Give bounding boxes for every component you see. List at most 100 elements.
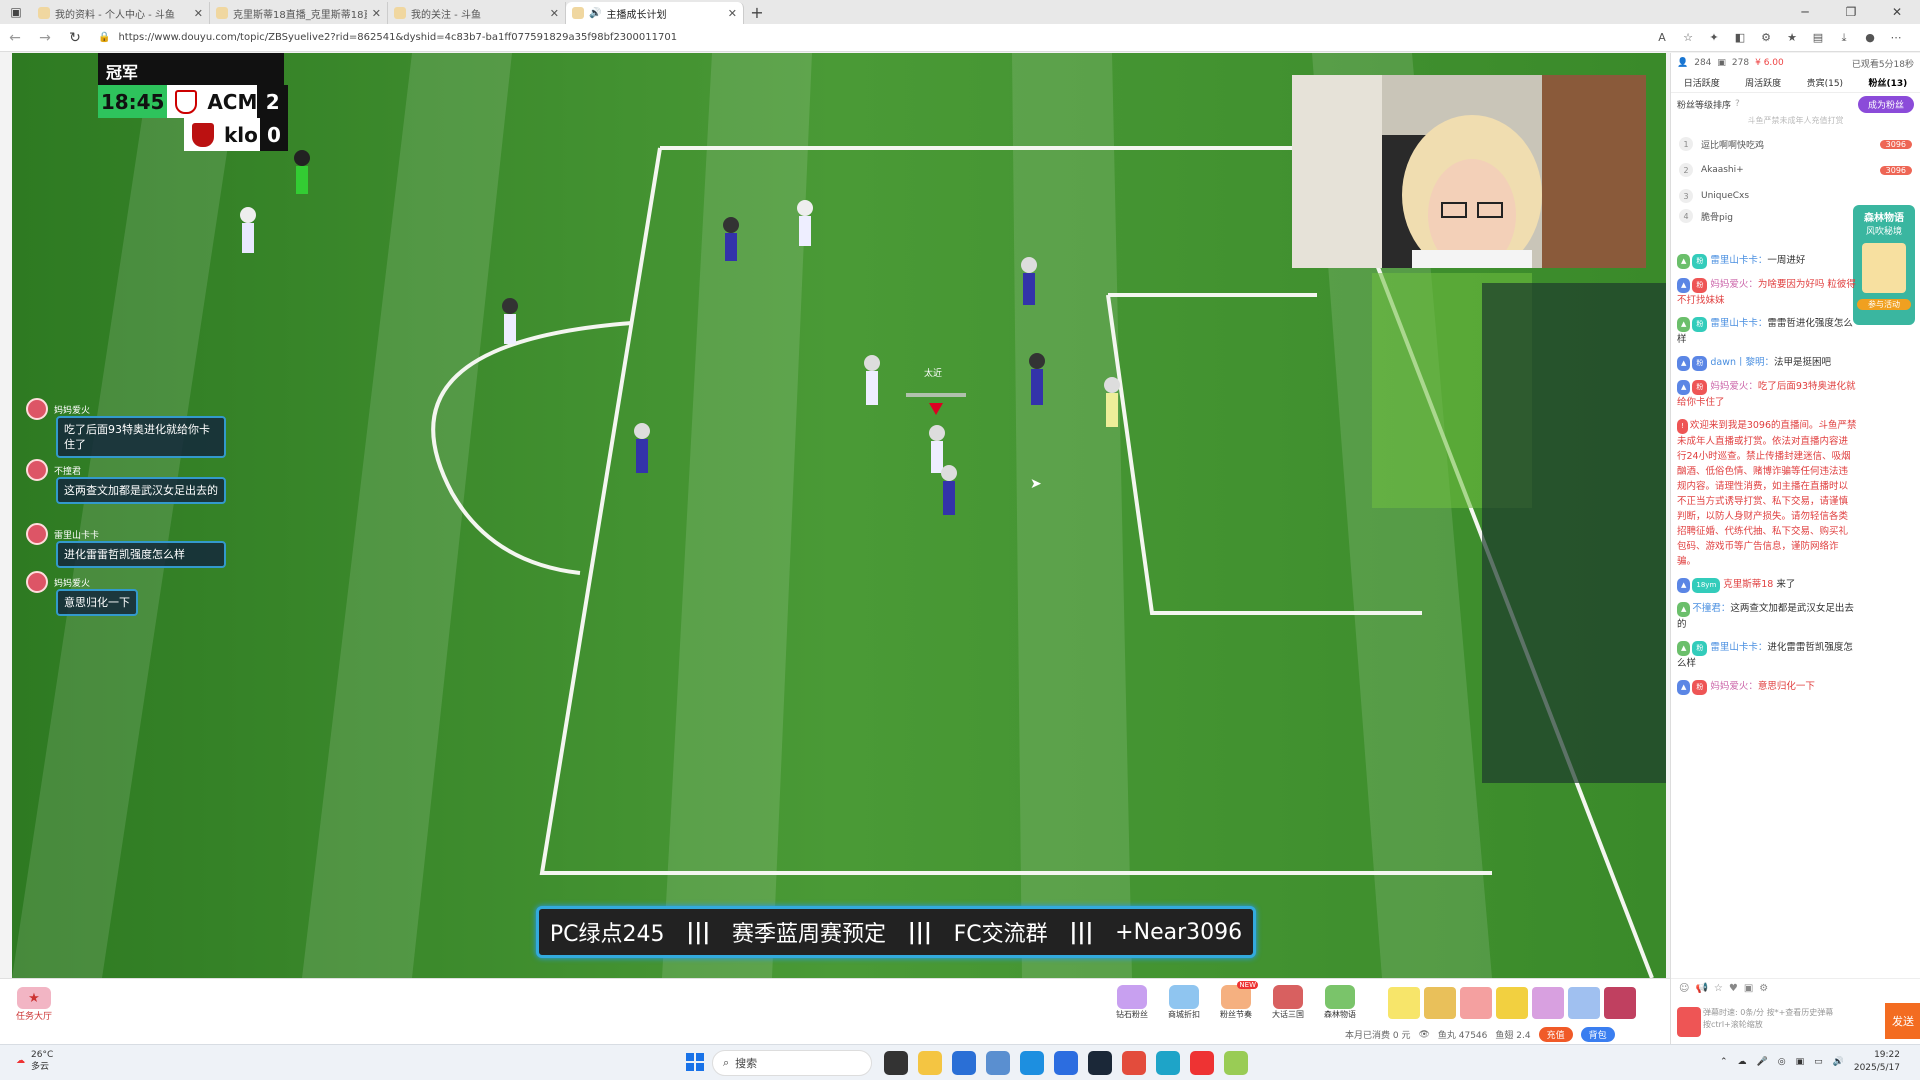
chrome-icon[interactable] <box>1122 1051 1146 1075</box>
close-tab-icon[interactable]: ✕ <box>194 7 203 20</box>
gift-item[interactable]: NEW 粉丝节奏 <box>1212 981 1260 1021</box>
mic-icon[interactable]: 🎤 <box>1757 1057 1768 1067</box>
read-aloud-icon[interactable]: A <box>1654 30 1670 46</box>
chat-user[interactable]: 妈妈爱火： <box>1710 279 1758 290</box>
prop-icon[interactable] <box>1424 987 1456 1019</box>
network-icon[interactable]: ▭ <box>1814 1057 1823 1067</box>
rank-row[interactable]: 1 逗比啊啊快吃鸡 3096 <box>1671 131 1920 157</box>
backpack-button[interactable]: 背包 <box>1580 1027 1615 1042</box>
taskbar-search[interactable]: ⌕ 搜索 <box>712 1050 872 1076</box>
gift-item[interactable]: 森林物语 <box>1316 985 1364 1021</box>
gift-icon[interactable]: ▣ <box>1744 983 1753 994</box>
browser-tab[interactable]: 克里斯蒂18直播_克里斯蒂18直... ✕ <box>210 2 388 24</box>
become-fan-button[interactable]: 成为粉丝 <box>1857 95 1914 113</box>
collections-icon[interactable]: ▤ <box>1810 30 1826 46</box>
browser-tab[interactable]: 我的资料 - 个人中心 - 斗鱼 ✕ <box>32 2 210 24</box>
event-ad[interactable]: 森林物语 风吹秘境 参与活动 <box>1853 205 1915 325</box>
profile-avatar[interactable]: ● <box>1862 30 1878 46</box>
app-icon[interactable] <box>986 1051 1010 1075</box>
app-icon[interactable] <box>1190 1051 1214 1075</box>
edge-icon[interactable] <box>1156 1051 1180 1075</box>
star-icon[interactable]: ☆ <box>1714 983 1723 994</box>
refresh-icon[interactable]: ↻ <box>60 30 90 46</box>
prop-icon[interactable] <box>1532 987 1564 1019</box>
fans-icon[interactable]: ♥ <box>1729 983 1738 994</box>
app-icon[interactable] <box>1224 1051 1248 1075</box>
rank-user: 逗比啊啊快吃鸡 <box>1701 140 1765 151</box>
rank-header: 粉丝等级排序 ? 成为粉丝 <box>1671 93 1920 115</box>
chat-user[interactable]: 不撞君： <box>1692 603 1730 614</box>
speaker-icon[interactable]: 🔊 <box>589 8 601 19</box>
minimize-icon[interactable]: ─ <box>1782 5 1828 19</box>
back-icon[interactable]: ← <box>0 30 30 46</box>
chat-user[interactable]: 雷里山卡卡： <box>1710 318 1767 329</box>
steam-icon[interactable] <box>1088 1051 1112 1075</box>
chat-user[interactable]: 克里斯蒂18 <box>1723 579 1773 590</box>
weather-widget[interactable]: ☁ 26°C 多云 <box>16 1049 53 1073</box>
close-tab-icon[interactable]: ✕ <box>728 7 737 20</box>
rank-title: 粉丝等级排序 <box>1677 100 1732 111</box>
cloud-icon[interactable]: ☁ <box>1738 1057 1747 1067</box>
stream-video[interactable]: 冠军 18:45 ACM 2 klo 0 太近 妈妈爱火 吃了后面93特奥进化就… <box>12 53 1666 978</box>
start-icon[interactable] <box>686 1053 704 1071</box>
tab-daily[interactable]: 日活跃度 <box>1684 76 1720 89</box>
app-icon[interactable] <box>1020 1051 1044 1075</box>
rank-row[interactable]: 2 Akaashi+ 3096 <box>1671 157 1920 183</box>
task-view-icon[interactable] <box>884 1051 908 1075</box>
chat-user[interactable]: 雷里山卡卡： <box>1710 255 1767 266</box>
prop-icon[interactable] <box>1496 987 1528 1019</box>
clock[interactable]: 19:22 2025/5/17 <box>1854 1049 1900 1075</box>
tab-vip[interactable]: 贵宾(15) <box>1807 76 1843 89</box>
danmaku-item: 不撞君 这两查文加都是武汉女足出去的 <box>26 459 226 504</box>
banner-separator: ||| <box>686 919 711 945</box>
tab-weekly[interactable]: 周活跃度 <box>1745 76 1781 89</box>
prop-icon[interactable] <box>1568 987 1600 1019</box>
favorites-icon[interactable]: ★ <box>1784 30 1800 46</box>
app-icon[interactable] <box>1054 1051 1078 1075</box>
new-tab-button[interactable]: + <box>744 3 770 22</box>
extension-icon[interactable]: ◧ <box>1732 30 1748 46</box>
more-menu-icon[interactable]: ⋯ <box>1888 30 1904 46</box>
help-icon[interactable]: ? <box>1735 99 1740 109</box>
broadcast-icon[interactable]: 📢 <box>1695 983 1707 994</box>
chat-user[interactable]: dawn丨黎明： <box>1710 357 1774 368</box>
chat-user[interactable]: 妈妈爱火： <box>1710 381 1758 392</box>
extension-icon[interactable]: ⚙ <box>1758 30 1774 46</box>
prop-icon[interactable] <box>1460 987 1492 1019</box>
file-explorer-icon[interactable] <box>918 1051 942 1075</box>
chat-user[interactable]: 雷里山卡卡： <box>1710 642 1767 653</box>
maximize-icon[interactable]: ❐ <box>1828 5 1874 19</box>
task-hall-button[interactable]: ★ 任务大厅 <box>12 987 56 1023</box>
store-icon[interactable] <box>952 1051 976 1075</box>
chevron-up-icon[interactable]: ⌃ <box>1720 1057 1728 1067</box>
send-button[interactable]: 发送 <box>1885 1003 1920 1039</box>
prop-icon[interactable] <box>1388 987 1420 1019</box>
url-field[interactable]: 🔒 https://www.douyu.com/topic/ZBSyuelive… <box>98 32 677 43</box>
prop-icon[interactable] <box>1604 987 1636 1019</box>
favorite-star-icon[interactable]: ☆ <box>1680 30 1696 46</box>
chat-input[interactable]: 弹幕时速: 0条/分 按*+查看历史弹幕 按ctrl+滚轮缩放 <box>1703 1007 1853 1031</box>
tab-fans[interactable]: 粉丝(13) <box>1868 76 1907 89</box>
app-tray-icon[interactable]: ◎ <box>1778 1057 1786 1067</box>
settings-icon[interactable]: ⚙ <box>1759 983 1768 994</box>
app-tray-icon[interactable]: ▣ <box>1796 1057 1805 1067</box>
close-tab-icon[interactable]: ✕ <box>550 7 559 20</box>
gift-item[interactable]: 商城折扣 <box>1160 985 1208 1021</box>
close-window-icon[interactable]: ✕ <box>1874 5 1920 19</box>
browser-tab-active[interactable]: 🔊 主播成长计划 ✕ <box>566 2 744 24</box>
tab-actions-icon[interactable]: ▣ <box>0 0 32 24</box>
emoji-icon[interactable]: ☺ <box>1679 983 1689 994</box>
fan-card-icon[interactable] <box>1677 1007 1701 1037</box>
browser-tab[interactable]: 我的关注 - 斗鱼 ✕ <box>388 2 566 24</box>
gift-item[interactable]: 钻石粉丝 <box>1108 985 1156 1021</box>
ad-cta-button[interactable]: 参与活动 <box>1857 299 1911 310</box>
downloads-icon[interactable]: ⤓ <box>1836 30 1852 46</box>
extension-icon[interactable]: ✦ <box>1706 30 1722 46</box>
scoreboard: 冠军 18:45 ACM 2 klo 0 <box>98 53 288 151</box>
volume-icon[interactable]: 🔊 <box>1833 1057 1844 1067</box>
gift-item[interactable]: 大话三国 <box>1264 985 1312 1021</box>
close-tab-icon[interactable]: ✕ <box>372 7 381 20</box>
forward-icon[interactable]: → <box>30 30 60 46</box>
recharge-button[interactable]: 充值 <box>1538 1027 1573 1042</box>
chat-user[interactable]: 妈妈爱火： <box>1710 681 1758 692</box>
